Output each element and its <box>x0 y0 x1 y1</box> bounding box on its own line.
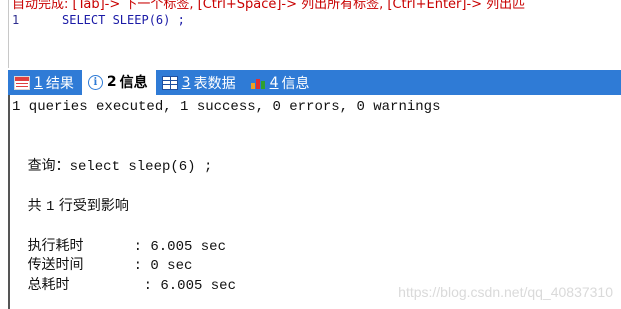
tab-label: 表数据 <box>193 75 236 92</box>
info-output-panel[interactable]: 1 queries executed, 1 success, 0 errors,… <box>8 95 621 309</box>
total-time-label: 总耗时 <box>27 277 70 293</box>
total-time-line: 总耗时 : 6.005 sec <box>12 258 236 309</box>
line-number: 1 <box>12 13 20 27</box>
execution-summary: 1 queries executed, 1 success, 0 errors,… <box>12 99 441 115</box>
affected-suffix: 行受到影响 <box>54 198 129 214</box>
tab-number: 3 <box>181 74 191 91</box>
sql-editor[interactable]: 自动完成: [Tab]-> 下一个标签, [Ctrl+Space]-> 列出所有… <box>0 0 621 68</box>
tab-info[interactable]: i 2 信息 <box>81 69 156 95</box>
code-line[interactable]: 1 SELECT SLEEP(6) ; <box>12 13 185 27</box>
query-label: 查询： <box>27 158 70 174</box>
query-text: select sleep(6) ; <box>69 159 213 175</box>
info-circle-icon: i <box>87 74 103 90</box>
tab-table-data[interactable]: 3 表数据 <box>156 70 244 95</box>
tab-number: 4 <box>269 74 279 91</box>
tab-number: 1 <box>34 74 43 91</box>
result-tab-bar: 1 结果 i 2 信息 3 表数据 4 信息 <box>8 69 621 95</box>
tab-result[interactable]: 1 结果 <box>8 70 82 95</box>
autocomplete-hint: 自动完成: [Tab]-> 下一个标签, [Ctrl+Space]-> 列出所有… <box>12 0 526 12</box>
tab-info-4[interactable]: 4 信息 <box>244 70 318 95</box>
affected-prefix: 共 <box>27 198 47 214</box>
sql-query-text[interactable]: SELECT SLEEP(6) ; <box>62 13 185 27</box>
editor-gutter <box>8 0 9 68</box>
tab-label: 信息 <box>281 75 310 92</box>
tab-label: 信息 <box>119 75 148 91</box>
watermark: https://blog.csdn.net/qq_40837310 <box>398 284 613 300</box>
tab-number: 2 <box>106 74 117 90</box>
bar-chart-icon <box>250 76 266 90</box>
table-data-icon <box>161 75 178 90</box>
total-time-value: : 6.005 sec <box>143 278 236 294</box>
result-grid-icon <box>14 75 30 90</box>
tab-label: 结果 <box>45 75 74 92</box>
